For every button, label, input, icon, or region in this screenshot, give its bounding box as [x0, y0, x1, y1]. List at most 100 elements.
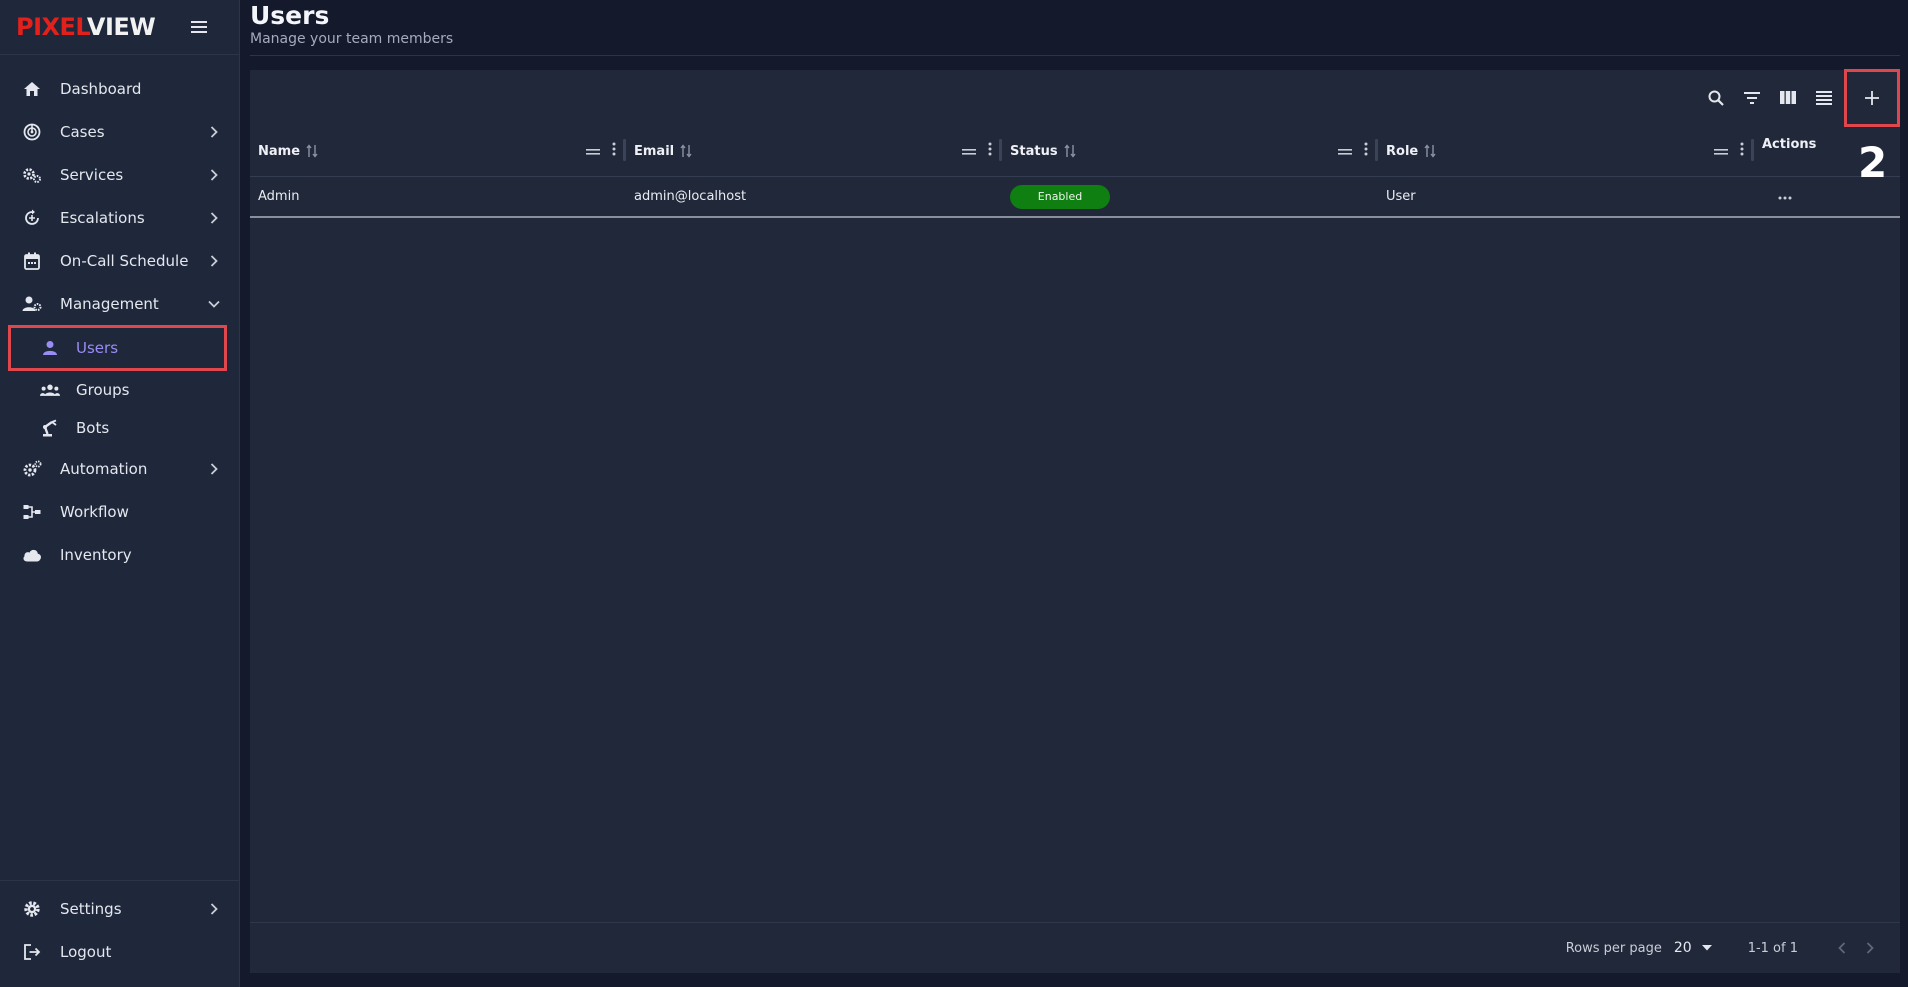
chevron-right-icon — [1866, 942, 1874, 954]
sort-icon[interactable] — [1424, 144, 1436, 158]
density-icon — [1816, 90, 1832, 105]
drag-handle-icon[interactable] — [586, 144, 600, 159]
gear-icon — [22, 899, 42, 919]
search-button[interactable] — [1698, 80, 1734, 116]
rows-per-page-select[interactable]: 20 — [1674, 940, 1712, 956]
sidebar: PIXELVIEW Dashboard Cases Services Escal… — [0, 0, 240, 987]
column-label: Actions — [1762, 137, 1817, 152]
sidebar-item-dashboard[interactable]: Dashboard — [0, 67, 239, 110]
table-header: Name Email Status Role Actions — [250, 125, 1900, 177]
user-cog-icon — [22, 294, 42, 314]
groups-icon — [40, 380, 60, 400]
density-button[interactable] — [1806, 80, 1842, 116]
menu-toggle-icon[interactable] — [189, 17, 209, 37]
sidebar-item-label: Cases — [60, 122, 105, 141]
users-table-panel: Name Email Status Role Actions Admin adm… — [250, 68, 1900, 973]
sort-icon[interactable] — [680, 144, 692, 158]
column-label: Role — [1386, 143, 1419, 159]
more-actions-icon[interactable] — [1778, 189, 1792, 204]
sort-icon[interactable] — [306, 144, 318, 158]
chevron-down-icon — [207, 297, 221, 311]
rows-per-page-value: 20 — [1673, 940, 1692, 956]
cloud-icon — [22, 545, 42, 565]
sidebar-subitem-users[interactable]: Users — [8, 325, 227, 371]
pagination-range: 1-1 of 1 — [1747, 940, 1798, 956]
sidebar-item-label: Logout — [60, 942, 112, 961]
table-toolbar — [1698, 68, 1900, 127]
chevron-right-icon — [207, 254, 221, 268]
sidebar-subitem-label: Bots — [76, 419, 110, 437]
sidebar-item-automation[interactable]: Automation — [0, 447, 239, 490]
drag-handle-icon[interactable] — [962, 144, 976, 159]
sidebar-bottom-nav: Settings Logout — [0, 880, 239, 973]
column-menu-icon[interactable] — [988, 142, 992, 160]
chevron-right-icon — [207, 168, 221, 182]
radar-icon — [22, 122, 42, 142]
sidebar-subitem-bots[interactable]: Bots — [0, 409, 239, 447]
sidebar-item-logout[interactable]: Logout — [0, 930, 239, 973]
column-menu-icon[interactable] — [612, 142, 616, 160]
column-label: Email — [634, 143, 675, 159]
chevron-right-icon — [207, 462, 221, 476]
column-label: Name — [258, 143, 301, 159]
search-icon — [1708, 90, 1724, 106]
sidebar-item-management[interactable]: Management — [0, 282, 239, 325]
calendar-icon — [22, 251, 42, 271]
logout-icon — [22, 942, 42, 962]
sidebar-item-workflow[interactable]: Workflow — [0, 490, 239, 533]
filter-button[interactable] — [1734, 80, 1770, 116]
column-header-email[interactable]: Email — [626, 125, 1002, 177]
table-footer: Rows per page 20 1-1 of 1 — [250, 922, 1900, 973]
cog-automation-icon — [22, 459, 42, 479]
filter-icon — [1744, 91, 1760, 104]
sidebar-subitem-groups[interactable]: Groups — [0, 371, 239, 409]
cell-role: User — [1386, 189, 1416, 204]
prev-page-button[interactable] — [1828, 942, 1856, 954]
sidebar-subitem-label: Groups — [76, 381, 130, 399]
cell-email: admin@localhost — [634, 189, 747, 204]
chevron-left-icon — [1838, 942, 1846, 954]
column-menu-icon[interactable] — [1364, 142, 1368, 160]
sidebar-item-cases[interactable]: Cases — [0, 110, 239, 153]
column-header-role[interactable]: Role — [1378, 125, 1754, 177]
cell-name: Admin — [258, 189, 300, 204]
sidebar-item-escalations[interactable]: Escalations — [0, 196, 239, 239]
column-menu-icon[interactable] — [1740, 142, 1744, 160]
rows-per-page-label: Rows per page — [1565, 940, 1662, 956]
sidebar-subitem-label: Users — [76, 339, 119, 357]
annotation-2: 2 — [1858, 138, 1888, 187]
column-header-status[interactable]: Status — [1002, 125, 1378, 177]
sort-icon[interactable] — [1064, 144, 1076, 158]
column-label: Status — [1010, 143, 1058, 159]
cell-status: Enabled — [1002, 176, 1378, 217]
chevron-right-icon — [207, 125, 221, 139]
page-title: Users — [250, 1, 330, 30]
sidebar-item-inventory[interactable]: Inventory — [0, 533, 239, 576]
sidebar-item-label: Inventory — [60, 545, 132, 564]
person-icon — [40, 338, 60, 358]
logo-part1: PIXEL — [16, 13, 87, 41]
sidebar-item-services[interactable]: Services — [0, 153, 239, 196]
column-header-name[interactable]: Name — [250, 125, 626, 177]
workflow-icon — [22, 502, 42, 522]
sidebar-item-on-call-schedule[interactable]: On-Call Schedule — [0, 239, 239, 282]
logo-part2: VIEW — [86, 13, 156, 41]
sidebar-item-label: Dashboard — [60, 79, 142, 98]
sidebar-item-label: Services — [60, 165, 124, 184]
sidebar-nav: Dashboard Cases Services Escalations On-… — [0, 67, 239, 576]
sidebar-item-label: Workflow — [60, 502, 129, 521]
status-badge: Enabled — [1010, 184, 1110, 209]
drag-handle-icon[interactable] — [1714, 144, 1728, 159]
page-subtitle: Manage your team members — [250, 31, 454, 47]
chevron-right-icon — [207, 902, 221, 916]
logo[interactable]: PIXELVIEW — [16, 13, 156, 41]
sidebar-item-label: Automation — [60, 459, 148, 478]
add-user-button[interactable] — [1844, 68, 1900, 127]
next-page-button[interactable] — [1856, 942, 1884, 954]
header-divider — [250, 55, 1900, 56]
columns-button[interactable] — [1770, 80, 1806, 116]
columns-icon — [1780, 91, 1796, 104]
table-row[interactable]: Admin admin@localhost Enabled User — [250, 177, 1900, 218]
sidebar-item-settings[interactable]: Settings — [0, 887, 239, 930]
drag-handle-icon[interactable] — [1338, 144, 1352, 159]
